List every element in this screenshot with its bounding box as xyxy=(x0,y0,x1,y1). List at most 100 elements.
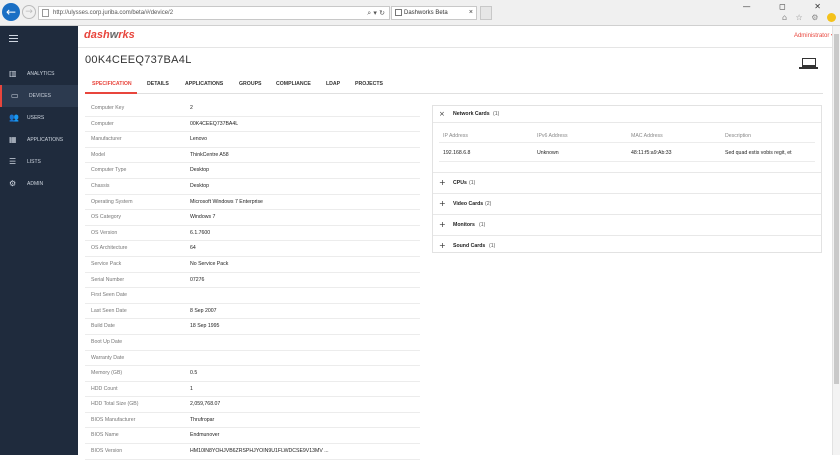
chart-icon: ▥ xyxy=(9,69,17,78)
hardware-panel: × Network Cards (1) IP Address IPv6 Addre… xyxy=(432,105,822,253)
spec-key: Warranty Date xyxy=(91,354,125,361)
divider xyxy=(439,161,815,162)
user-menu[interactable]: Administrator ▾ xyxy=(794,32,834,39)
section-cpus[interactable]: + CPUs (1) xyxy=(433,172,821,193)
sidebar-item-label: DEVICES xyxy=(29,93,51,99)
sidebar-item-admin[interactable]: ⚙ ADMIN xyxy=(0,173,78,195)
laptop-icon: ▭ xyxy=(11,91,19,100)
table-row: Manufacturer Lenovo xyxy=(85,132,420,148)
address-tools-icon[interactable]: ⌕ ▾ ↻ xyxy=(367,7,385,19)
table-row: First Seen Date xyxy=(85,288,420,304)
spec-value: Thrufropar xyxy=(190,416,215,423)
page-scrollbar[interactable] xyxy=(832,26,840,455)
sidebar-item-label: ADMIN xyxy=(27,181,44,187)
table-row: Operating System Microsoft Windows 7 Ente… xyxy=(85,195,420,211)
section-monitors[interactable]: + Monitors (1) xyxy=(433,214,821,235)
new-tab-button[interactable] xyxy=(480,6,492,20)
spec-key: Computer Type xyxy=(91,167,127,174)
spec-value: Windows 7 xyxy=(190,214,216,221)
table-row: Computer Key 2 xyxy=(85,101,420,117)
collapse-icon[interactable]: × xyxy=(439,106,445,122)
forward-arrow-icon[interactable]: → xyxy=(22,5,36,19)
expand-icon[interactable]: + xyxy=(439,173,446,193)
spec-key: HDD Total Size (GB) xyxy=(91,401,139,408)
table-row: HDD Total Size (GB) 2,059,768.07 xyxy=(85,397,420,413)
browser-tab[interactable]: Dashworks Beta × xyxy=(391,6,477,20)
table-row: Boot Up Date xyxy=(85,335,420,351)
browser-toolbar-icons[interactable]: ⌂ ☆ ⚙ xyxy=(782,13,836,22)
section-video-cards[interactable]: + Video Cards (2) xyxy=(433,193,821,214)
section-title: CPUs xyxy=(453,180,467,186)
tab-compliance[interactable]: COMPLIANCE xyxy=(276,81,311,87)
section-count: (2) xyxy=(485,201,492,207)
spec-value: 2,059,768.07 xyxy=(190,401,221,408)
table-row: HDD Count 1 xyxy=(85,382,420,398)
table-cell: 192.168.6.8 xyxy=(443,150,471,156)
spec-value: Lenovo xyxy=(190,136,208,143)
dashworks-logo[interactable]: dashwrks xyxy=(84,29,135,41)
spec-key: OS Category xyxy=(91,214,121,221)
table-cell: Sed quad estis vobis regit, et xyxy=(725,150,792,156)
spec-value: 8 Sep 2007 xyxy=(190,307,217,314)
laptop-icon xyxy=(799,58,818,69)
hamburger-icon[interactable] xyxy=(9,35,18,44)
page-title: 00K4CEEQ737BA4L xyxy=(85,54,192,66)
table-row: Computer Type Desktop xyxy=(85,163,420,179)
grid-icon: ▦ xyxy=(9,135,17,144)
back-arrow-icon[interactable]: ← xyxy=(2,3,20,21)
tab-applications[interactable]: APPLICATIONS xyxy=(185,81,223,87)
section-count: (1) xyxy=(469,180,476,186)
table-row: Service Pack No Service Pack xyxy=(85,257,420,273)
tab-specification[interactable]: SPECIFICATION xyxy=(92,81,132,87)
tab-details[interactable]: DETAILS xyxy=(147,81,169,87)
tab-groups[interactable]: GROUPS xyxy=(239,81,261,87)
column-header[interactable]: IP Address xyxy=(443,133,468,139)
smiley-icon[interactable] xyxy=(827,13,836,22)
spec-key: OS Version xyxy=(91,229,118,236)
spec-key: Last Seen Date xyxy=(91,307,127,314)
column-header[interactable]: MAC Address xyxy=(631,133,663,139)
expand-icon[interactable]: + xyxy=(439,236,446,256)
spec-key: Build Date xyxy=(91,323,115,330)
sidebar-item-users[interactable]: 👥 USERS xyxy=(0,107,78,129)
column-header[interactable]: IPv6 Address xyxy=(537,133,568,139)
spec-value: No Service Pack xyxy=(190,260,229,267)
expand-icon[interactable]: + xyxy=(439,194,446,214)
sidebar-item-lists[interactable]: ☰ LISTS xyxy=(0,151,78,173)
window-controls[interactable]: — ◻ ✕ xyxy=(743,2,834,11)
tab-projects[interactable]: PROJECTS xyxy=(355,81,383,87)
sidebar-item-label: LISTS xyxy=(27,159,41,165)
tab-close-icon[interactable]: × xyxy=(469,7,473,19)
table-row: Chassis Desktop xyxy=(85,179,420,195)
table-row: OS Category Windows 7 xyxy=(85,210,420,226)
spec-key: Operating System xyxy=(91,198,133,205)
table-cell: 48:11:f5:a9:Ab:33 xyxy=(631,150,672,156)
table-cell: Unknown xyxy=(537,150,559,156)
spec-key: Manufacturer xyxy=(91,136,122,143)
sidebar-item-devices[interactable]: ▭ DEVICES xyxy=(0,85,78,107)
spec-value: HM10IN8YOHJVB6ZRSPHJYOIN9U1FLWDCSE9V13MV… xyxy=(190,448,329,455)
spec-value: 2 xyxy=(190,105,193,111)
sidebar-item-analytics[interactable]: ▥ ANALYTICS xyxy=(0,63,78,85)
spec-value: 07276 xyxy=(190,276,205,283)
table-row: Build Date 18 Sep 1995 xyxy=(85,319,420,335)
spec-key: Boot Up Date xyxy=(91,338,123,345)
table-row: OS Version 6.1.7600 xyxy=(85,226,420,242)
spec-key: Memory (GB) xyxy=(91,370,123,377)
scrollbar-thumb[interactable] xyxy=(834,34,839,384)
network-cards-header[interactable]: × Network Cards (1) xyxy=(433,106,821,123)
tab-bar: SPECIFICATION DETAILS APPLICATIONS GROUPS CO… xyxy=(85,77,823,94)
spec-value: Desktop xyxy=(190,167,210,174)
section-sound-cards[interactable]: + Sound Cards (1) xyxy=(433,235,821,256)
table-row: Computer 00K4CEEQ737BA4L xyxy=(85,117,420,133)
sidebar-item-applications[interactable]: ▦ APPLICATIONS xyxy=(0,129,78,151)
browser-chrome: ← → http://ulysses.corp.juriba.com/beta/… xyxy=(0,0,840,26)
tab-ldap[interactable]: LDAP xyxy=(326,81,340,87)
spec-key: OS Architecture xyxy=(91,245,128,252)
column-header[interactable]: Description xyxy=(725,133,751,139)
expand-icon[interactable]: + xyxy=(439,215,446,235)
toolbar-icons[interactable]: ⌂ ☆ ⚙ xyxy=(782,13,822,22)
spec-key: BIOS Version xyxy=(91,448,123,455)
gear-icon: ⚙ xyxy=(9,179,17,188)
address-bar[interactable]: http://ulysses.corp.juriba.com/beta/#/de… xyxy=(38,6,390,20)
